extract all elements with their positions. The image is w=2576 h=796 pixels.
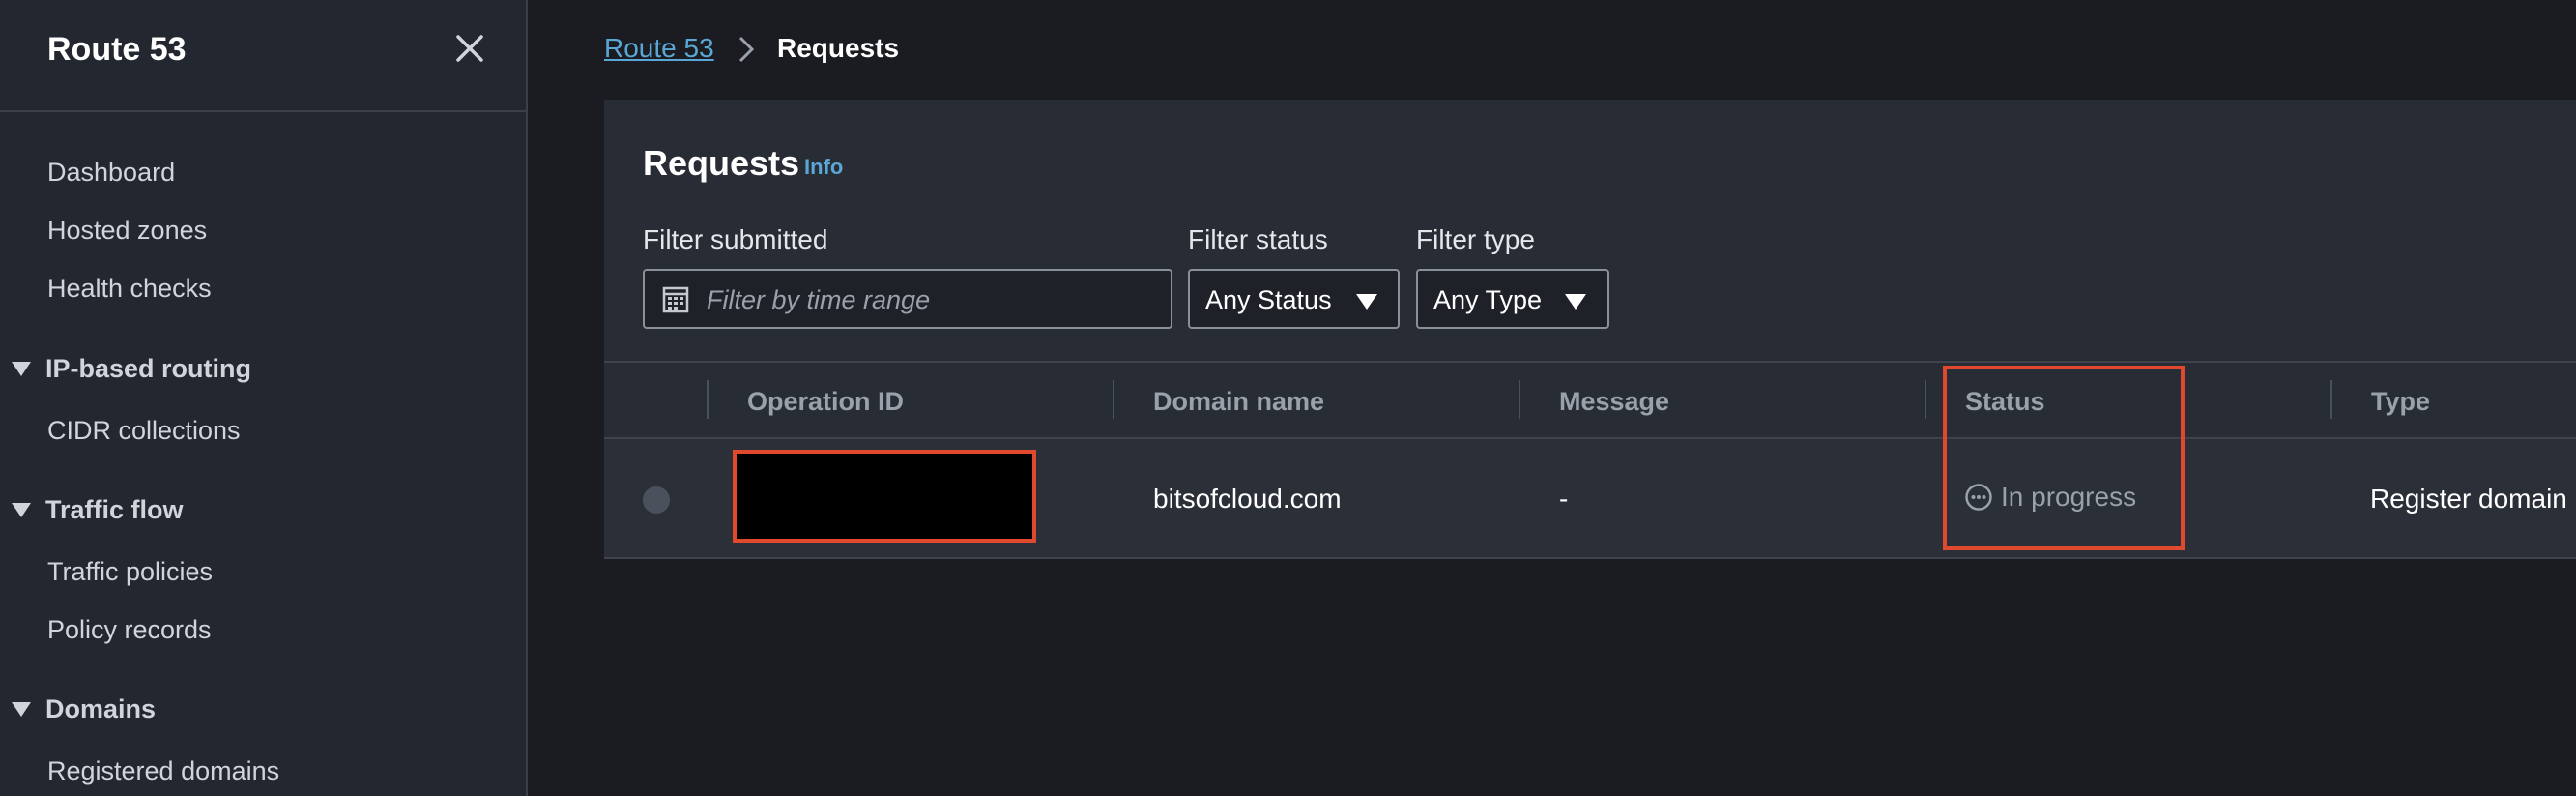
time-range-placeholder: Filter by time range xyxy=(707,285,931,314)
sidebar-section-domains[interactable]: Domains xyxy=(12,694,156,724)
filter-status-label: Filter status xyxy=(1188,224,1328,254)
row-select-radio[interactable] xyxy=(643,486,670,514)
cell-message: - xyxy=(1559,484,1569,514)
caret-down-icon xyxy=(1356,294,1377,310)
close-icon[interactable] xyxy=(450,29,489,68)
info-link[interactable]: Info xyxy=(804,155,843,180)
column-divider xyxy=(1113,380,1114,419)
sidebar-section-ip-based-routing[interactable]: IP-based routing xyxy=(12,354,251,384)
sidebar-item-dashboard[interactable]: Dashboard xyxy=(47,158,175,188)
sidebar-item-hosted-zones[interactable]: Hosted zones xyxy=(47,216,207,246)
calendar-icon xyxy=(662,286,689,313)
status-select[interactable]: Any Status xyxy=(1188,269,1400,329)
sidebar-item-registered-domains[interactable]: Registered domains xyxy=(47,756,279,786)
sidebar-item-health-checks[interactable]: Health checks xyxy=(47,274,212,304)
column-divider xyxy=(2330,380,2332,419)
filter-submitted-label: Filter submitted xyxy=(643,224,828,254)
sidebar-section-label: IP-based routing xyxy=(45,354,252,383)
sidebar: Route 53 Dashboard Hosted zones Health c… xyxy=(0,0,528,796)
chevron-right-icon xyxy=(738,36,755,63)
sidebar-section-traffic-flow[interactable]: Traffic flow xyxy=(12,495,184,525)
status-highlight-box xyxy=(1943,366,2185,550)
type-select-value: Any Type xyxy=(1433,285,1543,314)
breadcrumb-current: Requests xyxy=(777,33,900,63)
column-divider xyxy=(707,380,709,419)
type-select[interactable]: Any Type xyxy=(1416,269,1609,329)
caret-down-icon xyxy=(1565,294,1586,310)
column-header-type[interactable]: Type xyxy=(2371,387,2430,417)
table-top-divider xyxy=(604,361,2576,363)
column-divider xyxy=(1519,380,1520,419)
column-header-operation-id[interactable]: Operation ID xyxy=(747,387,904,417)
caret-down-icon xyxy=(12,503,31,517)
sidebar-title: Route 53 xyxy=(47,31,187,68)
column-header-domain-name[interactable]: Domain name xyxy=(1153,387,1324,417)
sidebar-item-traffic-policies[interactable]: Traffic policies xyxy=(47,557,213,587)
sidebar-section-label: Domains xyxy=(45,694,157,723)
filter-type-label: Filter type xyxy=(1416,224,1535,254)
sidebar-section-label: Traffic flow xyxy=(45,495,184,524)
caret-down-icon xyxy=(12,362,31,376)
table-bottom-divider xyxy=(604,557,2576,559)
page-title: Requests xyxy=(643,143,800,183)
caret-down-icon xyxy=(12,702,31,717)
cell-type: Register domain xyxy=(2370,484,2567,514)
cell-domain-name: bitsofcloud.com xyxy=(1153,484,1342,514)
redacted-operation-id xyxy=(733,450,1036,543)
breadcrumb-route53-link[interactable]: Route 53 xyxy=(604,33,714,64)
time-range-input[interactable]: Filter by time range xyxy=(643,269,1172,329)
column-header-message[interactable]: Message xyxy=(1559,387,1669,417)
sidebar-item-cidr-collections[interactable]: CIDR collections xyxy=(47,416,241,446)
sidebar-header: Route 53 xyxy=(0,0,526,112)
column-divider xyxy=(1925,380,1926,419)
status-select-value: Any Status xyxy=(1205,285,1332,314)
sidebar-item-policy-records[interactable]: Policy records xyxy=(47,615,212,645)
